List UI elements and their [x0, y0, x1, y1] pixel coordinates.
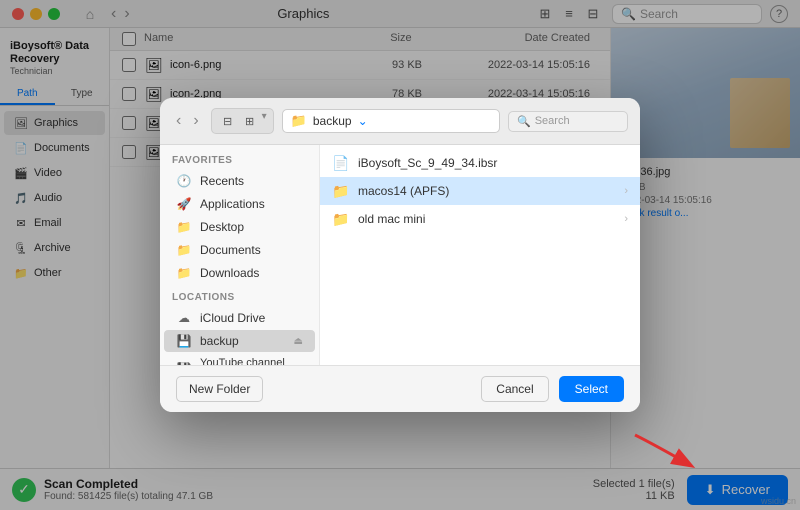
chevron-down-icon[interactable]: ⌄	[358, 114, 368, 128]
save-dialog: ‹ › ⊟ ⊞ ▾ 📁 backup ⌄ 🔍 Search	[160, 98, 640, 412]
dialog-actions: Cancel Select	[481, 376, 624, 402]
list-item[interactable]: 📄 iBoysoft_Sc_9_49_34.ibsr	[320, 149, 640, 177]
columns-icon: ⊟	[218, 111, 238, 131]
folder-icon: 📁	[332, 210, 350, 228]
sidebar-item-applications[interactable]: 🚀 Applications	[164, 193, 315, 215]
dialog-back-button[interactable]: ‹	[172, 112, 185, 130]
favorites-section: Favorites 🕐 Recents 🚀 Applications 📁 Des…	[160, 153, 319, 284]
dialog-search[interactable]: 🔍 Search	[508, 111, 628, 132]
recents-icon: 🕐	[176, 174, 192, 188]
folder-icon: 📁	[332, 182, 350, 200]
sidebar-item-recents[interactable]: 🕐 Recents	[164, 170, 315, 192]
sidebar-item-documents[interactable]: 📁 Documents	[164, 239, 315, 261]
applications-icon: 🚀	[176, 197, 192, 211]
dialog-footer: New Folder Cancel Select	[160, 365, 640, 412]
icloud-icon: ☁	[176, 311, 192, 325]
chevron-right-icon: ›	[624, 213, 628, 225]
sidebar-label: Desktop	[200, 220, 244, 234]
sidebar-label: Downloads	[200, 266, 259, 280]
desktop-icon: 📁	[176, 220, 192, 234]
folder-icon: 📁	[291, 113, 307, 129]
sidebar-item-desktop[interactable]: 📁 Desktop	[164, 216, 315, 238]
dialog-file-list: 📄 iBoysoft_Sc_9_49_34.ibsr 📁 macos14 (AP…	[320, 145, 640, 365]
chevron-right-icon: ›	[624, 185, 628, 197]
documents-folder-icon: 📁	[176, 243, 192, 257]
dialog-nav: ‹ ›	[172, 112, 203, 130]
cancel-button[interactable]: Cancel	[481, 376, 548, 402]
list-item[interactable]: 📁 macos14 (APFS) ›	[320, 177, 640, 205]
drive-icon: 💾	[176, 362, 192, 365]
dialog-body: Favorites 🕐 Recents 🚀 Applications 📁 Des…	[160, 145, 640, 365]
sidebar-item-icloud[interactable]: ☁ iCloud Drive	[164, 307, 315, 329]
eject-icon[interactable]: ⏏	[294, 336, 303, 347]
sidebar-item-downloads[interactable]: 📁 Downloads	[164, 262, 315, 284]
file-icon: 📄	[332, 154, 350, 172]
file-name: old mac mini	[358, 212, 624, 226]
sidebar-item-backup[interactable]: 💾 backup ⏏	[164, 330, 315, 352]
dialog-view-toggle[interactable]: ⊟ ⊞ ▾	[211, 108, 274, 134]
dialog-location[interactable]: 📁 backup ⌄	[282, 109, 500, 133]
select-button[interactable]: Select	[559, 376, 624, 402]
dialog-overlay[interactable]: ‹ › ⊟ ⊞ ▾ 📁 backup ⌄ 🔍 Search	[0, 0, 800, 510]
grid-icon: ⊞	[240, 111, 260, 131]
list-item[interactable]: 📁 old mac mini ›	[320, 205, 640, 233]
sidebar-label: Applications	[200, 197, 265, 211]
dialog-sidebar: Favorites 🕐 Recents 🚀 Applications 📁 Des…	[160, 145, 320, 365]
locations-label: Locations	[160, 290, 319, 306]
sidebar-label: backup	[200, 334, 239, 348]
downloads-icon: 📁	[176, 266, 192, 280]
sidebar-item-youtube[interactable]: 💾 YouTube channel ba... ⏏	[164, 353, 315, 365]
eject-icon[interactable]: ⏏	[294, 364, 303, 366]
dialog-toolbar: ‹ › ⊟ ⊞ ▾ 📁 backup ⌄ 🔍 Search	[160, 98, 640, 145]
locations-section: Locations ☁ iCloud Drive 💾 backup ⏏ 💾 Yo…	[160, 290, 319, 365]
file-name: iBoysoft_Sc_9_49_34.ibsr	[358, 156, 628, 170]
sidebar-label: YouTube channel ba...	[200, 357, 286, 365]
favorites-label: Favorites	[160, 153, 319, 169]
sidebar-label: Recents	[200, 174, 244, 188]
sidebar-label: Documents	[200, 243, 261, 257]
dialog-location-name: backup	[313, 114, 352, 128]
dialog-search-placeholder: Search	[535, 115, 570, 127]
dialog-forward-button[interactable]: ›	[189, 112, 202, 130]
new-folder-button[interactable]: New Folder	[176, 376, 263, 402]
file-name: macos14 (APFS)	[358, 184, 624, 198]
sidebar-label: iCloud Drive	[200, 311, 265, 325]
search-icon: 🔍	[517, 115, 531, 128]
drive-icon: 💾	[176, 334, 192, 348]
